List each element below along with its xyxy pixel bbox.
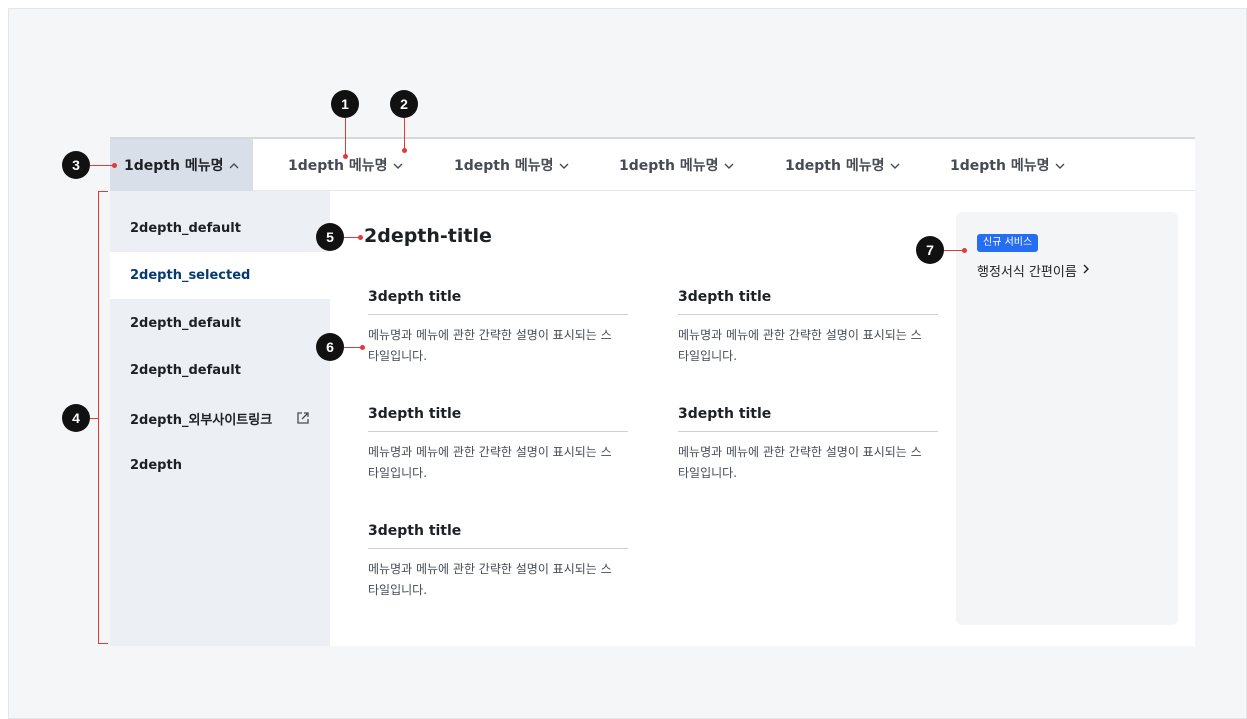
card-title: 3depth title	[368, 289, 628, 315]
card-title: 3depth title	[678, 289, 938, 315]
card-description: 메뉴명과 메뉴에 관한 간략한 설명이 표시되는 스타일입니다.	[678, 328, 922, 363]
card-3depth[interactable]: 3depth title 메뉴명과 메뉴에 관한 간략한 설명이 표시되는 스타…	[368, 523, 628, 601]
sidebar-item-default-3[interactable]: 2depth_default	[110, 347, 330, 394]
chevron-down-icon	[724, 159, 734, 172]
gnb-item-3[interactable]: 1depth 메뉴명	[454, 139, 569, 191]
chevron-down-icon	[890, 159, 900, 172]
card-description: 메뉴명과 메뉴에 관한 간략한 설명이 표시되는 스타일입니다.	[368, 562, 612, 597]
annotation-marker-5: 5	[316, 223, 344, 251]
gnb-item-4[interactable]: 1depth 메뉴명	[619, 139, 734, 191]
annotation-line	[944, 250, 964, 251]
sidebar-item-label: 2depth_default	[130, 316, 241, 331]
card-3depth[interactable]: 3depth title 메뉴명과 메뉴에 관한 간략한 설명이 표시되는 스타…	[368, 289, 628, 367]
annotation-line	[404, 118, 405, 150]
card-title: 3depth title	[368, 523, 628, 549]
annotation-line	[345, 118, 346, 156]
gnb-item-label: 1depth 메뉴명	[785, 158, 885, 174]
annotation-dot	[358, 235, 363, 240]
sidebar-2depth: 2depth_default 2depth_selected 2depth_de…	[110, 191, 330, 646]
sidebar-item-external-link[interactable]: 2depth_외부사이트링크	[110, 395, 330, 442]
chevron-right-icon	[1083, 263, 1090, 278]
annotation-marker-6: 6	[316, 333, 344, 361]
annotation-dot	[402, 148, 407, 153]
annotation-marker-1: 1	[331, 90, 359, 118]
card-title: 3depth title	[368, 406, 628, 432]
card-3depth[interactable]: 3depth title 메뉴명과 메뉴에 관한 간략한 설명이 표시되는 스타…	[678, 289, 938, 367]
gnb-item-5[interactable]: 1depth 메뉴명	[785, 139, 900, 191]
card-description: 메뉴명과 메뉴에 관한 간략한 설명이 표시되는 스타일입니다.	[368, 328, 612, 363]
chevron-down-icon	[393, 159, 403, 172]
sidebar-item-selected[interactable]: 2depth_selected	[110, 252, 330, 299]
sidebar-item-default-1[interactable]: 2depth_default	[110, 205, 330, 252]
gnb-item-label: 1depth 메뉴명	[950, 158, 1050, 174]
sidebar-item-default-2[interactable]: 2depth_default	[110, 300, 330, 347]
annotation-bracket	[98, 191, 108, 644]
annotation-dot	[343, 154, 348, 159]
card-3depth[interactable]: 3depth title 메뉴명과 메뉴에 관한 간략한 설명이 표시되는 스타…	[678, 406, 938, 484]
sidebar-item-label: 2depth_selected	[130, 268, 251, 283]
annotation-dot	[112, 163, 117, 168]
annotation-marker-4: 4	[62, 404, 90, 432]
gnb-item-label: 1depth 메뉴명	[454, 158, 554, 174]
annotation-marker-7: 7	[916, 236, 944, 264]
card-title: 3depth title	[678, 406, 938, 432]
gnb-item-6[interactable]: 1depth 메뉴명	[950, 139, 1065, 191]
annotation-line	[90, 165, 114, 166]
gnb-item-1-active[interactable]: 1depth 메뉴명	[110, 139, 254, 191]
external-link-icon	[296, 411, 310, 425]
sidebar-item-label: 2depth	[130, 458, 182, 473]
mega-menu-panel: 2depth_default 2depth_selected 2depth_de…	[110, 191, 1195, 646]
annotation-marker-3: 3	[62, 151, 90, 179]
aside-service-link[interactable]: 행정서식 간편이름	[977, 261, 1090, 280]
2depth-title: 2depth-title	[364, 225, 492, 247]
sidebar-item-label: 2depth_외부사이트링크	[130, 413, 273, 428]
card-description: 메뉴명과 메뉴에 관한 간략한 설명이 표시되는 스타일입니다.	[368, 445, 612, 480]
sidebar-item-2depth[interactable]: 2depth	[110, 442, 330, 489]
aside-promo-box: 신규 서비스 행정서식 간편이름	[956, 212, 1178, 625]
card-description: 메뉴명과 메뉴에 관한 간략한 설명이 표시되는 스타일입니다.	[678, 445, 922, 480]
annotation-marker-2: 2	[390, 90, 418, 118]
gnb-menu-bar: 1depth 메뉴명 1depth 메뉴명 1depth 메뉴명 1depth …	[110, 137, 1195, 191]
gnb-item-label: 1depth 메뉴명	[124, 158, 224, 174]
chevron-down-icon	[1055, 159, 1065, 172]
chevron-up-icon	[229, 159, 239, 172]
gnb-item-label: 1depth 메뉴명	[619, 158, 719, 174]
aside-link-label: 행정서식 간편이름	[977, 265, 1077, 280]
annotation-dot	[962, 248, 967, 253]
gnb-item-label: 1depth 메뉴명	[288, 158, 388, 174]
card-3depth[interactable]: 3depth title 메뉴명과 메뉴에 관한 간략한 설명이 표시되는 스타…	[368, 406, 628, 484]
sidebar-item-label: 2depth_default	[130, 221, 241, 236]
sidebar-item-label: 2depth_default	[130, 363, 241, 378]
annotation-line	[90, 418, 98, 419]
chevron-down-icon	[559, 159, 569, 172]
new-service-badge: 신규 서비스	[977, 234, 1039, 252]
annotation-dot	[360, 345, 365, 350]
